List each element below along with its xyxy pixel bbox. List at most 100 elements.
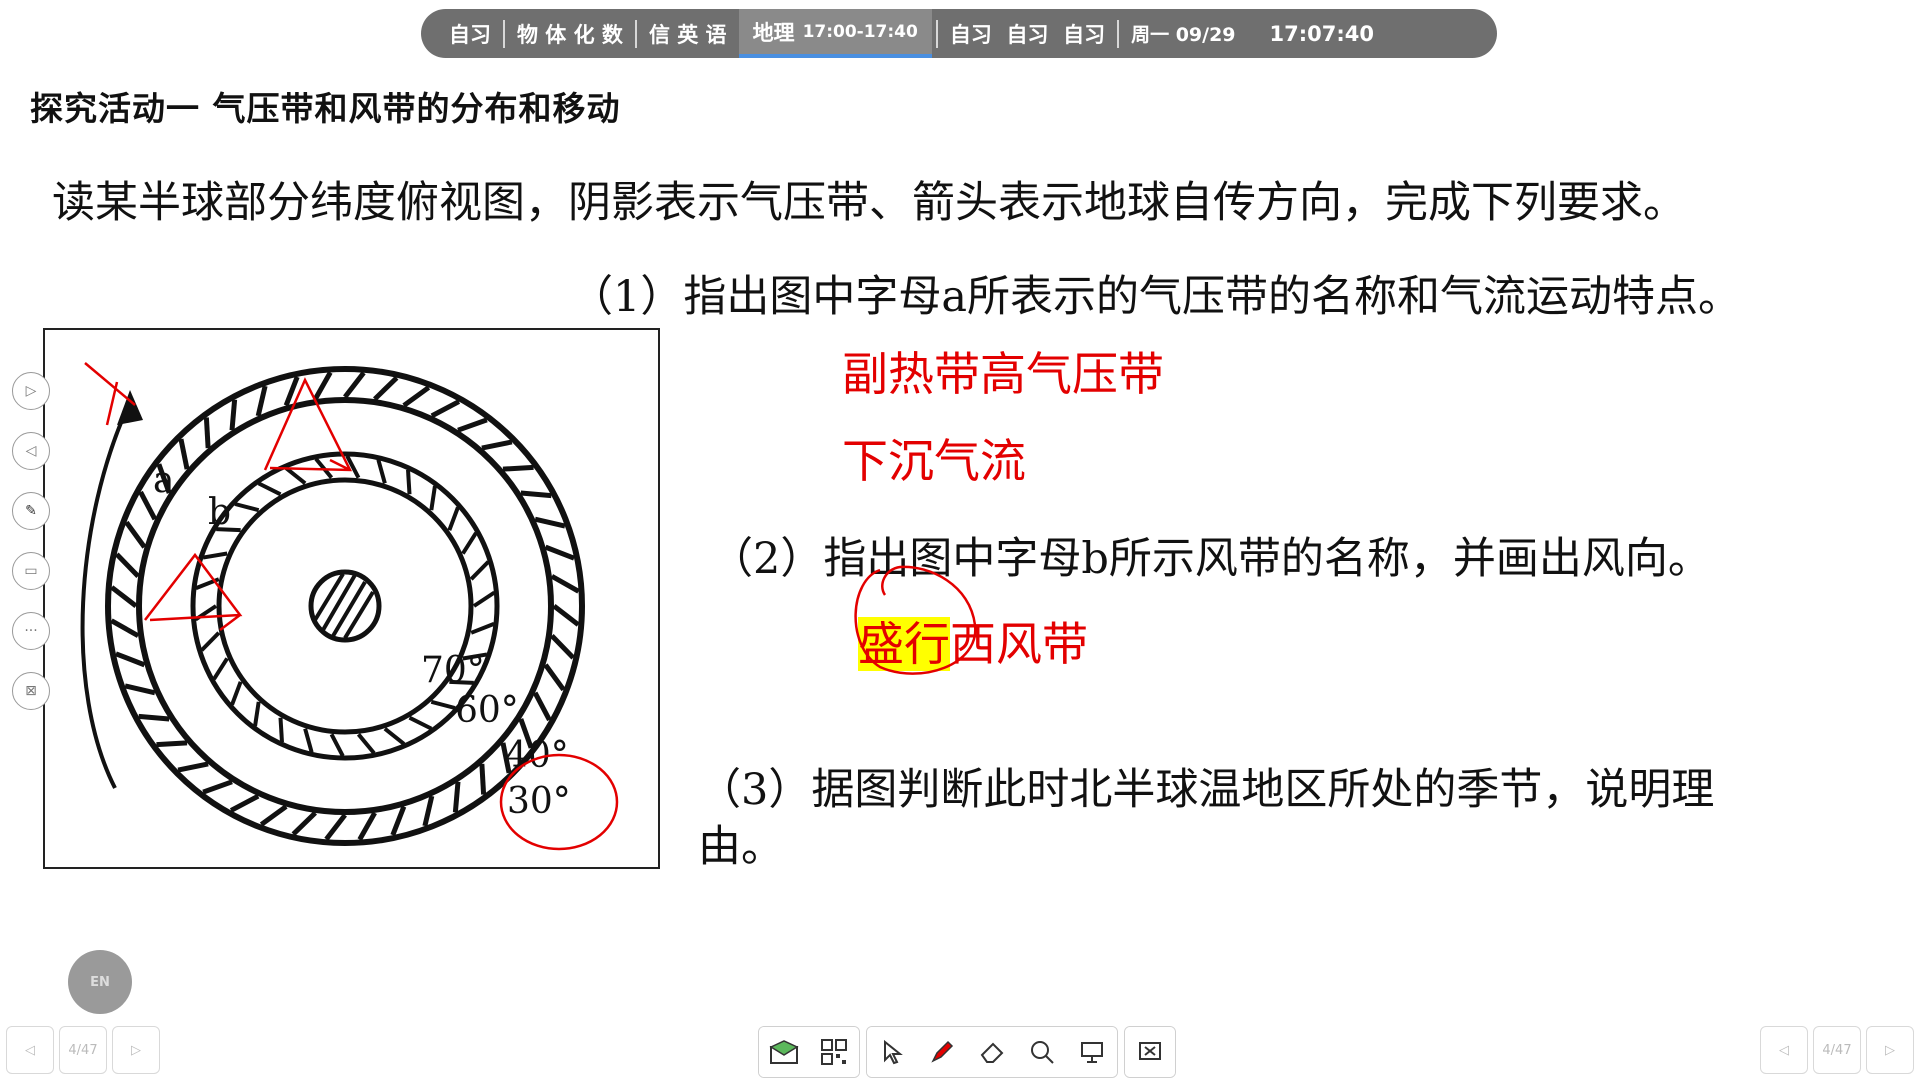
hatch-mark [390, 805, 407, 836]
answer-pressure-belt: 副热带高气压带 [842, 347, 1164, 401]
screen-icon[interactable]: ▭ [12, 552, 50, 590]
hatch-mark [324, 813, 347, 841]
hatch-mark [429, 485, 437, 511]
hatch-mark [200, 631, 221, 652]
hatch-mark [552, 604, 580, 627]
hatch-mark [259, 804, 288, 827]
hatch-mark [534, 516, 566, 529]
ink-circle-answer [854, 565, 977, 675]
more-icon[interactable]: ··· [12, 612, 50, 650]
hatch-mark [357, 811, 377, 841]
hatch-mark [422, 795, 435, 827]
hatch-mark [303, 728, 314, 753]
eraser-icon[interactable] [967, 1027, 1017, 1077]
prev-page-icon[interactable]: ◁ [12, 432, 50, 470]
hatch-mark [408, 715, 433, 731]
mail-icon[interactable] [759, 1027, 809, 1077]
schedule-item-languages[interactable]: 信 英 语 [637, 19, 739, 49]
hatch-mark [406, 469, 412, 495]
hatch-mark [177, 761, 209, 773]
hatch-mark [550, 574, 580, 594]
hatch-mark [502, 464, 534, 472]
label-a: a [153, 460, 174, 501]
schedule-clock: 17:07:40 [1269, 21, 1374, 46]
question-3-line2: 由。 [698, 822, 784, 872]
label-b: b [208, 492, 231, 533]
hatch-mark [156, 740, 188, 748]
hatch-mark [124, 520, 147, 549]
latitude-diagram: a b 70° 60° 40° 30° [80, 362, 619, 851]
hatch-mark [291, 811, 317, 837]
search-icon[interactable] [1017, 1027, 1067, 1077]
hatch-mark [343, 371, 366, 399]
schedule-item-geography-current[interactable]: 地理 17:00-17:40 [738, 9, 932, 58]
hatch-mark [234, 502, 260, 513]
pager-left: ◁ 4/47 ▷ [6, 1026, 165, 1078]
next-page-button[interactable]: ▷ [1866, 1026, 1914, 1074]
hatch-mark [284, 466, 307, 485]
language-icon[interactable]: EN [68, 950, 132, 1014]
answer-airflow: 下沉气流 [842, 434, 1026, 488]
qrcode-icon[interactable] [809, 1027, 859, 1077]
hatch-mark [543, 663, 566, 692]
hatch-mark [230, 681, 243, 706]
question-1: （1）指出图中字母a所表示的气压带的名称和气流运动特点。 [570, 272, 1741, 322]
hatch-mark [532, 691, 552, 722]
hatch-mark [124, 683, 156, 696]
activity-heading: 探究活动一 气压带和风带的分布和移动 [30, 89, 621, 128]
next-page-button[interactable]: ▷ [112, 1026, 160, 1074]
hatch-mark [457, 417, 488, 433]
pen-tool-icon[interactable] [917, 1027, 967, 1077]
schedule-item-selfstudy[interactable]: 自习 [421, 19, 503, 49]
latitude-figure: a b 70° 60° 40° 30° [43, 328, 660, 869]
label-70: 70° [421, 650, 485, 691]
hatch-mark [138, 713, 170, 722]
hatch-mark [544, 544, 575, 561]
label-30: 30° [507, 781, 571, 822]
hatch-mark [203, 417, 211, 449]
hatch-mark [255, 385, 268, 417]
hatch-mark [202, 779, 233, 795]
hatch-mark [481, 439, 513, 451]
prev-page-button[interactable]: ◁ [6, 1026, 54, 1074]
hatch-mark [461, 531, 478, 555]
prev-page-button[interactable]: ◁ [1760, 1026, 1808, 1074]
schedule-item-sciences[interactable]: 物 体 化 数 [505, 19, 635, 49]
current-subject: 地理 [752, 20, 795, 45]
current-period-time: 17:00-17:40 [802, 21, 918, 42]
page-indicator: 4/47 [1813, 1026, 1861, 1074]
cursor-icon[interactable] [867, 1027, 917, 1077]
hatch-mark [212, 657, 229, 681]
hatch-mark [472, 590, 496, 608]
hatch-mark [356, 733, 376, 755]
label-60: 60° [455, 690, 519, 731]
hatch-mark [550, 634, 576, 660]
hatch-mark [178, 438, 190, 470]
hatch-mark [229, 399, 238, 431]
hatch-mark [479, 763, 487, 795]
exit-icon[interactable]: ⊠ [12, 672, 50, 710]
question-3-line1: （3）据图判断此时北半球温地区所处的季节，说明理 [698, 765, 1715, 815]
pager-right: ◁ 4/47 ▷ [1760, 1026, 1919, 1078]
screen-share-icon[interactable] [1067, 1027, 1117, 1077]
hatch-mark [229, 793, 260, 813]
hatch-mark [520, 490, 552, 499]
close-presentation-icon[interactable] [1125, 1027, 1175, 1077]
schedule-item-evening[interactable]: 自习 自习 自习 [938, 19, 1117, 49]
hatch-mark [278, 717, 284, 743]
hatch-mark [430, 699, 456, 710]
hatch-mark [257, 481, 282, 497]
hatch-mark [470, 622, 495, 635]
next-page-icon[interactable]: ▷ [12, 372, 50, 410]
annotation-toolbar [758, 1026, 1182, 1078]
hatch-mark [452, 781, 461, 813]
hatch-mark [313, 371, 333, 401]
hatch-mark [373, 375, 399, 401]
hatch-mark [383, 727, 406, 746]
hatch-mark [114, 552, 140, 578]
hatch-mark [110, 585, 138, 608]
page-indicator: 4/47 [59, 1026, 107, 1074]
hatch-mark [115, 651, 146, 668]
pen-icon[interactable]: ✎ [12, 492, 50, 530]
hatch-mark [202, 551, 228, 560]
